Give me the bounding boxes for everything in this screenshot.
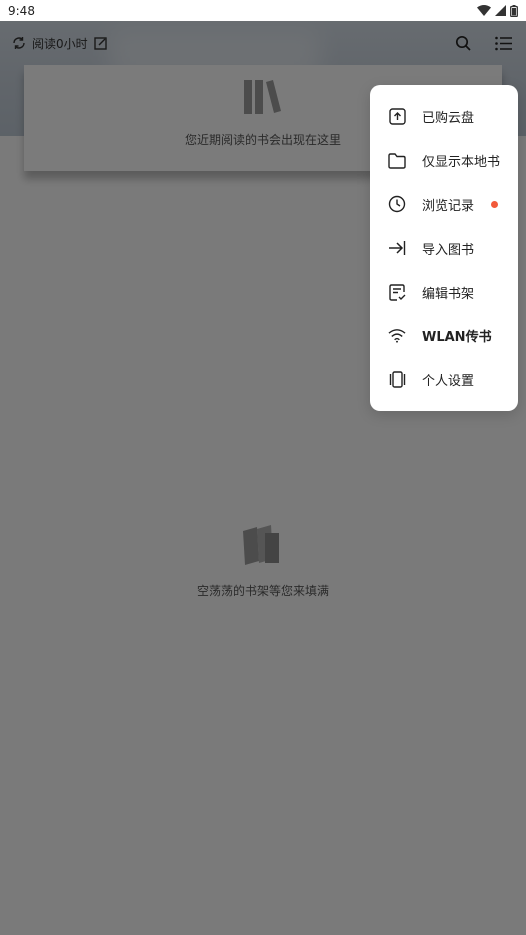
menu-item-import[interactable]: 导入图书 (370, 226, 518, 270)
menu-item-label: 浏览记录 (422, 198, 475, 214)
menu-item-wlan[interactable]: WLAN传书 (370, 314, 518, 358)
settings-device-icon (388, 371, 406, 389)
menu-item-label: 个人设置 (422, 374, 475, 390)
overflow-menu: 已购云盘 仅显示本地书 浏览记录 导入图书 编辑书架 WLAN传书 个人设置 (370, 85, 518, 411)
menu-item-purchased-cloud[interactable]: 已购云盘 (370, 95, 518, 139)
menu-item-label: WLAN传书 (422, 330, 492, 346)
menu-item-edit-shelf[interactable]: 编辑书架 (370, 270, 518, 314)
menu-item-local-only[interactable]: 仅显示本地书 (370, 139, 518, 183)
status-bar: 9:48 (0, 0, 526, 21)
battery-icon (510, 4, 518, 17)
menu-item-settings[interactable]: 个人设置 (370, 358, 518, 402)
folder-icon (388, 152, 406, 170)
status-icons (477, 4, 518, 17)
menu-item-label: 仅显示本地书 (422, 155, 501, 171)
notification-dot (491, 200, 498, 208)
menu-item-label: 编辑书架 (422, 286, 475, 302)
import-arrow-icon (388, 239, 406, 257)
edit-list-icon (388, 283, 406, 301)
status-time: 9:48 (8, 3, 35, 18)
cloud-upload-icon (388, 108, 406, 126)
menu-item-label: 导入图书 (422, 242, 475, 258)
clock-icon (388, 195, 406, 213)
wifi-signal-icon (477, 5, 491, 16)
cell-signal-icon (495, 5, 506, 16)
wifi-icon (388, 327, 406, 345)
menu-item-history[interactable]: 浏览记录 (370, 183, 518, 227)
menu-item-label: 已购云盘 (422, 111, 475, 127)
